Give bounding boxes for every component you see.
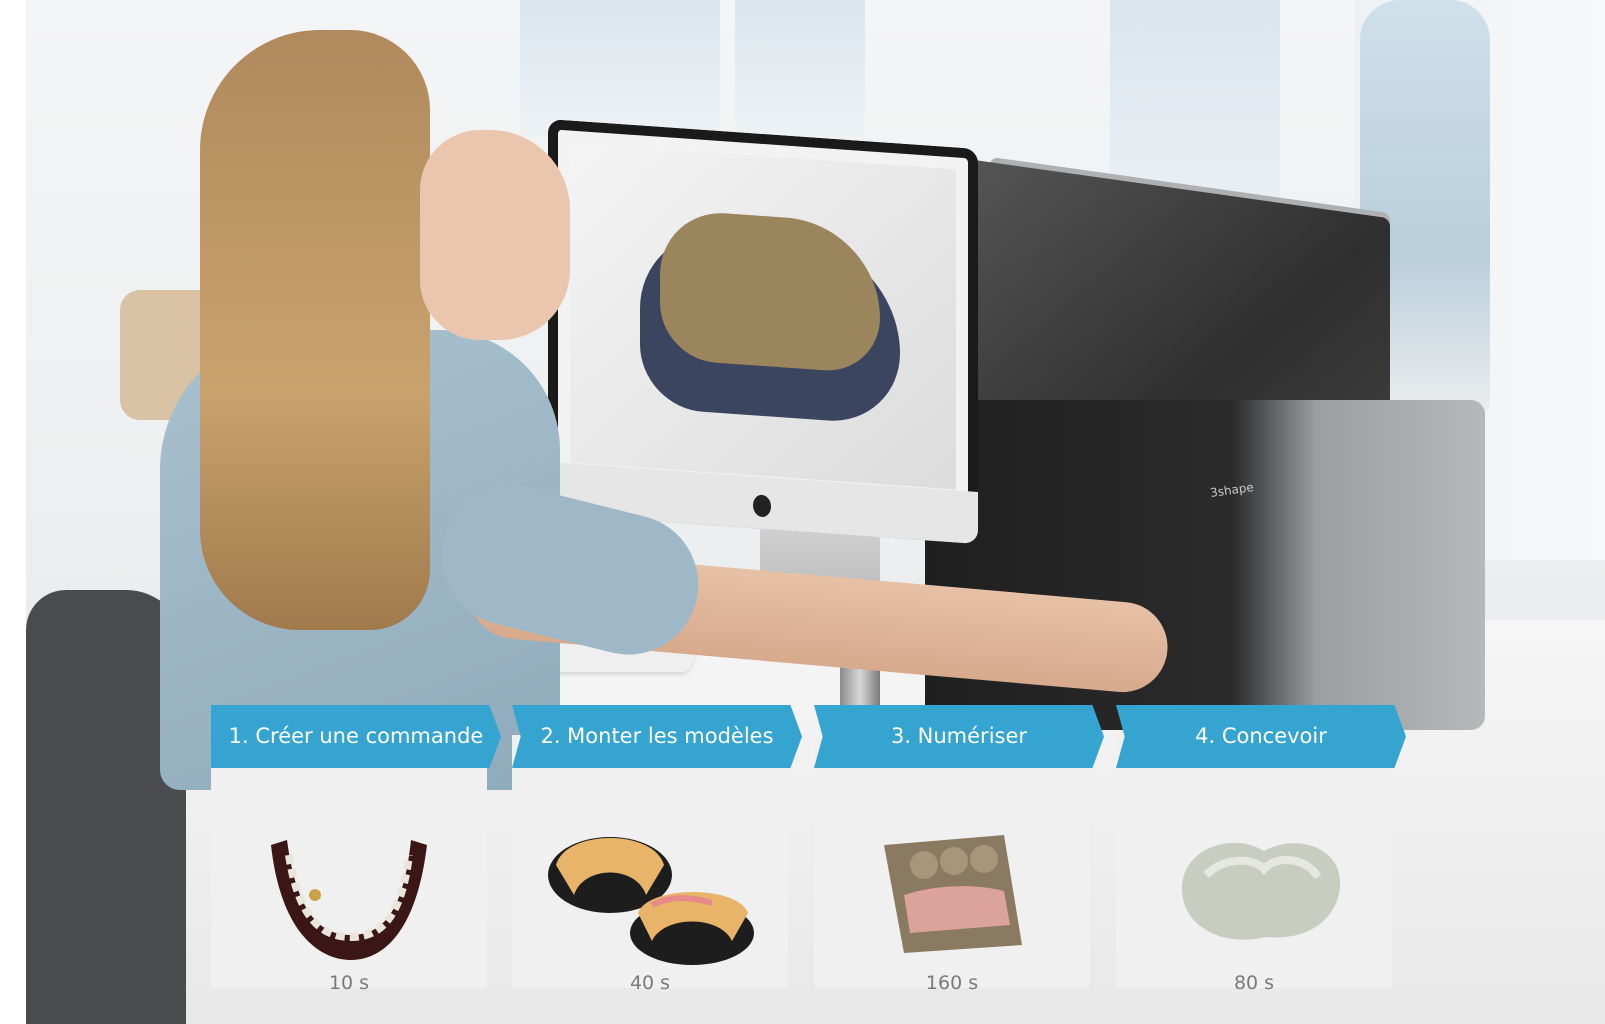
person-hair: [200, 30, 430, 630]
step-mount-models: 40 s 2. Monter les modèles: [512, 705, 802, 994]
step-design: 80 s 4. Concevoir: [1116, 705, 1406, 994]
background-window: [520, 0, 720, 140]
dental-arch-icon: [271, 840, 427, 960]
background-window: [735, 0, 865, 140]
step-title: 4. Concevoir: [1116, 705, 1406, 768]
step-card: 10 s: [211, 735, 487, 994]
step-card: 160 s: [814, 735, 1090, 994]
step-title: 3. Numériser: [814, 705, 1104, 768]
step-title: 2. Monter les modèles: [512, 705, 802, 768]
jaw-model-teeth: [660, 208, 880, 375]
step-time: 10 s: [328, 972, 370, 994]
step-scan: 160 s 3. Numériser: [814, 705, 1104, 994]
step-card: 80 s: [1116, 735, 1392, 994]
step-title: 1. Créer une commande: [211, 705, 501, 768]
scan-mesh-icon: [884, 835, 1022, 953]
step-time: 160 s: [925, 972, 979, 994]
step-card: 40 s: [512, 735, 788, 994]
crown-icon: [1181, 842, 1341, 940]
person-face: [420, 130, 570, 340]
workflow-steps: 10 s 1. Créer une commande 40 s 2. Monte…: [211, 705, 1406, 994]
step-time: 80 s: [1233, 972, 1275, 994]
apple-logo-icon: [753, 494, 771, 518]
monitor: [548, 118, 978, 545]
plaster-models-icon: [548, 837, 754, 965]
photo-scene: 3shape 10 s 1. Créer une commande 40 s 2…: [0, 0, 1605, 1024]
step-create-order: 10 s 1. Créer une commande: [211, 705, 501, 994]
monitor-screen: [570, 142, 956, 490]
step-time: 40 s: [629, 972, 671, 994]
left-margin: [0, 0, 26, 1024]
